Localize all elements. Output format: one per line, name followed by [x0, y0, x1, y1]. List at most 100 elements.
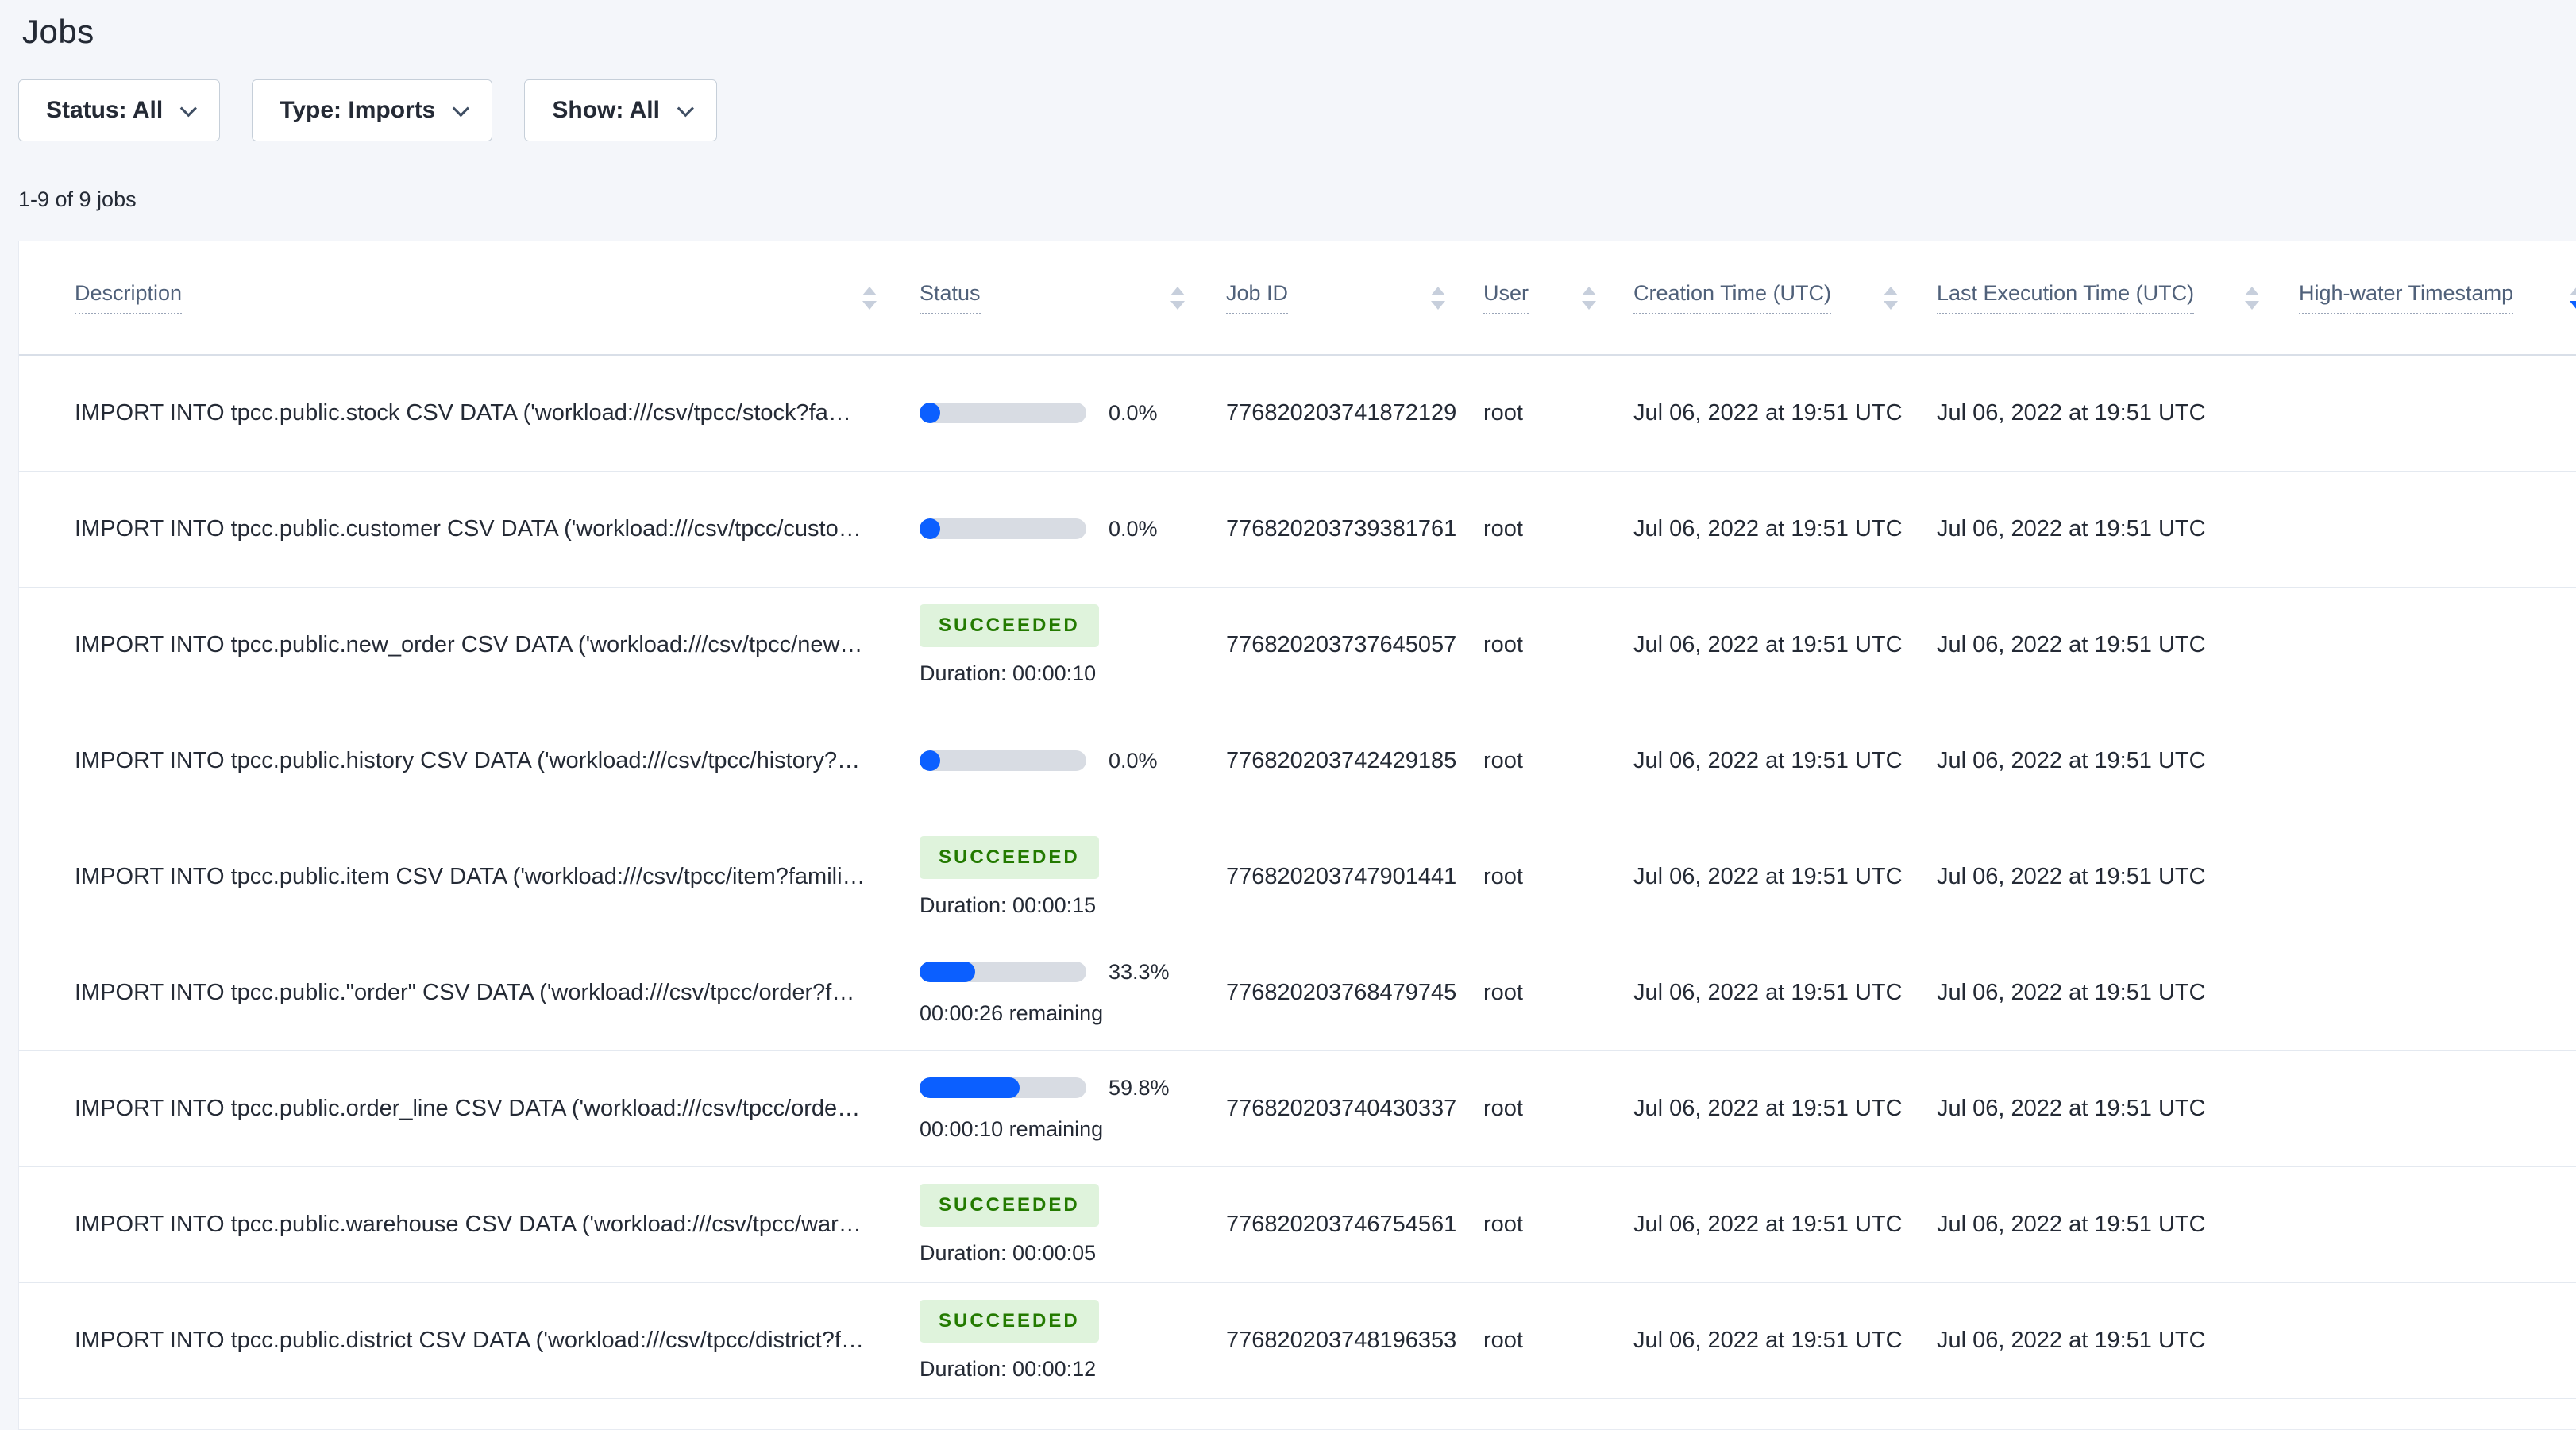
- job-id-cell: 776820203740430337: [1194, 1050, 1456, 1166]
- table-row[interactable]: IMPORT INTO tpcc.public.warehouse CSV DA…: [19, 1166, 2576, 1282]
- type-filter-label: Type: Imports: [280, 97, 436, 123]
- progress-track: [920, 750, 1086, 771]
- high-water-cell: [2270, 354, 2576, 471]
- status-badge: SUCCEEDED: [920, 835, 1099, 879]
- status-cell: SUCCEEDED Duration: 00:00:05: [885, 1166, 1194, 1282]
- progress-percent-label: 59.8%: [1109, 1075, 1170, 1100]
- progress-percent-label: 0.0%: [1109, 400, 1158, 425]
- sort-toggle[interactable]: [862, 286, 877, 310]
- jobs-table: Description Status Job ID User Creation …: [19, 241, 2576, 1399]
- high-water-cell: [2270, 586, 2576, 703]
- column-header-description-label[interactable]: Description: [75, 281, 183, 314]
- sort-toggle[interactable]: [2245, 286, 2259, 310]
- column-header-high-water-timestamp-label[interactable]: High-water Timestamp: [2299, 281, 2514, 314]
- user-cell: root: [1456, 470, 1607, 587]
- job-description-link[interactable]: IMPORT INTO tpcc.public.warehouse CSV DA…: [75, 1212, 866, 1238]
- progress-fill: [920, 750, 940, 771]
- status-cell: SUCCEEDED Duration: 00:00:15: [885, 818, 1194, 935]
- job-id-cell: 776820203748196353: [1194, 1282, 1456, 1399]
- sort-asc-icon: [1431, 286, 1445, 295]
- chevron-down-icon: [179, 99, 198, 117]
- last-execution-time-cell: Jul 06, 2022 at 19:51 UTC: [1909, 818, 2270, 935]
- table-row[interactable]: IMPORT INTO tpcc.public.district CSV DAT…: [19, 1282, 2576, 1399]
- sort-asc-icon: [1884, 286, 1898, 295]
- high-water-cell: [2270, 818, 2576, 935]
- status-cell: 0.0%: [885, 470, 1194, 587]
- sort-toggle[interactable]: [1582, 286, 1596, 310]
- column-header-creation-time-label[interactable]: Creation Time (UTC): [1633, 281, 1832, 314]
- last-execution-time-cell: Jul 06, 2022 at 19:51 UTC: [1909, 934, 2270, 1050]
- last-execution-time-cell: Jul 06, 2022 at 19:51 UTC: [1909, 702, 2270, 819]
- duration-label: Duration: 00:00:12: [920, 1356, 1097, 1381]
- job-id-cell: 776820203739381761: [1194, 470, 1456, 587]
- sort-toggle[interactable]: [1170, 286, 1185, 310]
- user-cell: root: [1456, 1050, 1607, 1166]
- jobs-page: Jobs Status: All Type: Imports Show: All…: [0, 0, 2576, 1430]
- job-id-cell: 776820203747901441: [1194, 818, 1456, 935]
- table-header-row: Description Status Job ID User Creation …: [19, 241, 2576, 356]
- high-water-cell: [2270, 1282, 2576, 1399]
- column-header-last-execution-time: Last Execution Time (UTC): [1909, 241, 2270, 356]
- table-row[interactable]: IMPORT INTO tpcc.public.history CSV DATA…: [19, 702, 2576, 819]
- creation-time-cell: Jul 06, 2022 at 19:51 UTC: [1607, 1050, 1909, 1166]
- sort-toggle[interactable]: [2570, 286, 2576, 310]
- duration-label: Duration: 00:00:05: [920, 1240, 1097, 1265]
- job-description-link[interactable]: IMPORT INTO tpcc.public.district CSV DAT…: [75, 1328, 866, 1354]
- table-row[interactable]: IMPORT INTO tpcc.public.stock CSV DATA (…: [19, 354, 2576, 471]
- progress-track: [920, 1077, 1086, 1098]
- sort-desc-icon: [2245, 300, 2259, 310]
- job-description-link[interactable]: IMPORT INTO tpcc.public.item CSV DATA ('…: [75, 864, 866, 890]
- creation-time-cell: Jul 06, 2022 at 19:51 UTC: [1607, 586, 1909, 703]
- job-description-link[interactable]: IMPORT INTO tpcc.public.history CSV DATA…: [75, 748, 866, 774]
- show-filter-label: Show: All: [552, 97, 660, 123]
- job-description-link[interactable]: IMPORT INTO tpcc.public.customer CSV DAT…: [75, 516, 866, 542]
- user-cell: root: [1456, 354, 1607, 471]
- progress-track: [920, 403, 1086, 424]
- column-header-user-label[interactable]: User: [1483, 281, 1529, 314]
- sort-asc-icon: [1582, 286, 1596, 295]
- job-id-cell: 776820203742429185: [1194, 702, 1456, 819]
- job-description-link[interactable]: IMPORT INTO tpcc.public.new_order CSV DA…: [75, 632, 866, 658]
- column-header-job-id: Job ID: [1194, 241, 1456, 356]
- progress-bar: 33.3%: [920, 960, 1185, 985]
- progress-bar: 0.0%: [920, 401, 1185, 426]
- creation-time-cell: Jul 06, 2022 at 19:51 UTC: [1607, 702, 1909, 819]
- sort-asc-icon: [862, 286, 877, 295]
- sort-toggle[interactable]: [1884, 286, 1898, 310]
- duration-label: Duration: 00:00:10: [920, 661, 1097, 685]
- table-row[interactable]: IMPORT INTO tpcc.public.new_order CSV DA…: [19, 586, 2576, 703]
- duration-label: Duration: 00:00:15: [920, 892, 1097, 917]
- sort-asc-icon: [1170, 286, 1185, 295]
- creation-time-cell: Jul 06, 2022 at 19:51 UTC: [1607, 818, 1909, 935]
- job-description-link[interactable]: IMPORT INTO tpcc.public.order_line CSV D…: [75, 1096, 866, 1122]
- column-header-last-execution-time-label[interactable]: Last Execution Time (UTC): [1937, 281, 2195, 314]
- job-id-cell: 776820203737645057: [1194, 586, 1456, 703]
- status-filter-dropdown[interactable]: Status: All: [18, 79, 221, 141]
- progress-track: [920, 962, 1086, 982]
- sort-desc-icon: [1582, 300, 1596, 310]
- job-description-link[interactable]: IMPORT INTO tpcc.public.stock CSV DATA (…: [75, 400, 866, 426]
- table-row[interactable]: IMPORT INTO tpcc.public.order_line CSV D…: [19, 1050, 2576, 1166]
- show-filter-dropdown[interactable]: Show: All: [524, 79, 717, 141]
- status-badge: SUCCEEDED: [920, 1299, 1099, 1343]
- status-badge: SUCCEEDED: [920, 603, 1099, 647]
- sort-toggle[interactable]: [1431, 286, 1445, 310]
- time-remaining-label: 00:00:26 remaining: [920, 1000, 1104, 1025]
- column-header-status-label[interactable]: Status: [920, 281, 981, 314]
- creation-time-cell: Jul 06, 2022 at 19:51 UTC: [1607, 470, 1909, 587]
- status-cell: 0.0%: [885, 702, 1194, 819]
- table-row[interactable]: IMPORT INTO tpcc.public.item CSV DATA ('…: [19, 818, 2576, 935]
- filter-bar: Status: All Type: Imports Show: All: [18, 79, 2576, 141]
- last-execution-time-cell: Jul 06, 2022 at 19:51 UTC: [1909, 1282, 2270, 1399]
- table-row[interactable]: IMPORT INTO tpcc.public.customer CSV DAT…: [19, 470, 2576, 587]
- status-cell: 33.3% 00:00:26 remaining: [885, 934, 1194, 1050]
- sort-asc-icon: [2245, 286, 2259, 295]
- column-header-job-id-label[interactable]: Job ID: [1226, 281, 1289, 314]
- job-description-link[interactable]: IMPORT INTO tpcc.public."order" CSV DATA…: [75, 980, 866, 1006]
- type-filter-dropdown[interactable]: Type: Imports: [252, 79, 493, 141]
- job-id-cell: 776820203768479745: [1194, 934, 1456, 1050]
- sort-desc-icon: [1884, 300, 1898, 310]
- progress-fill: [920, 403, 940, 424]
- table-row[interactable]: IMPORT INTO tpcc.public."order" CSV DATA…: [19, 934, 2576, 1050]
- user-cell: root: [1456, 1166, 1607, 1282]
